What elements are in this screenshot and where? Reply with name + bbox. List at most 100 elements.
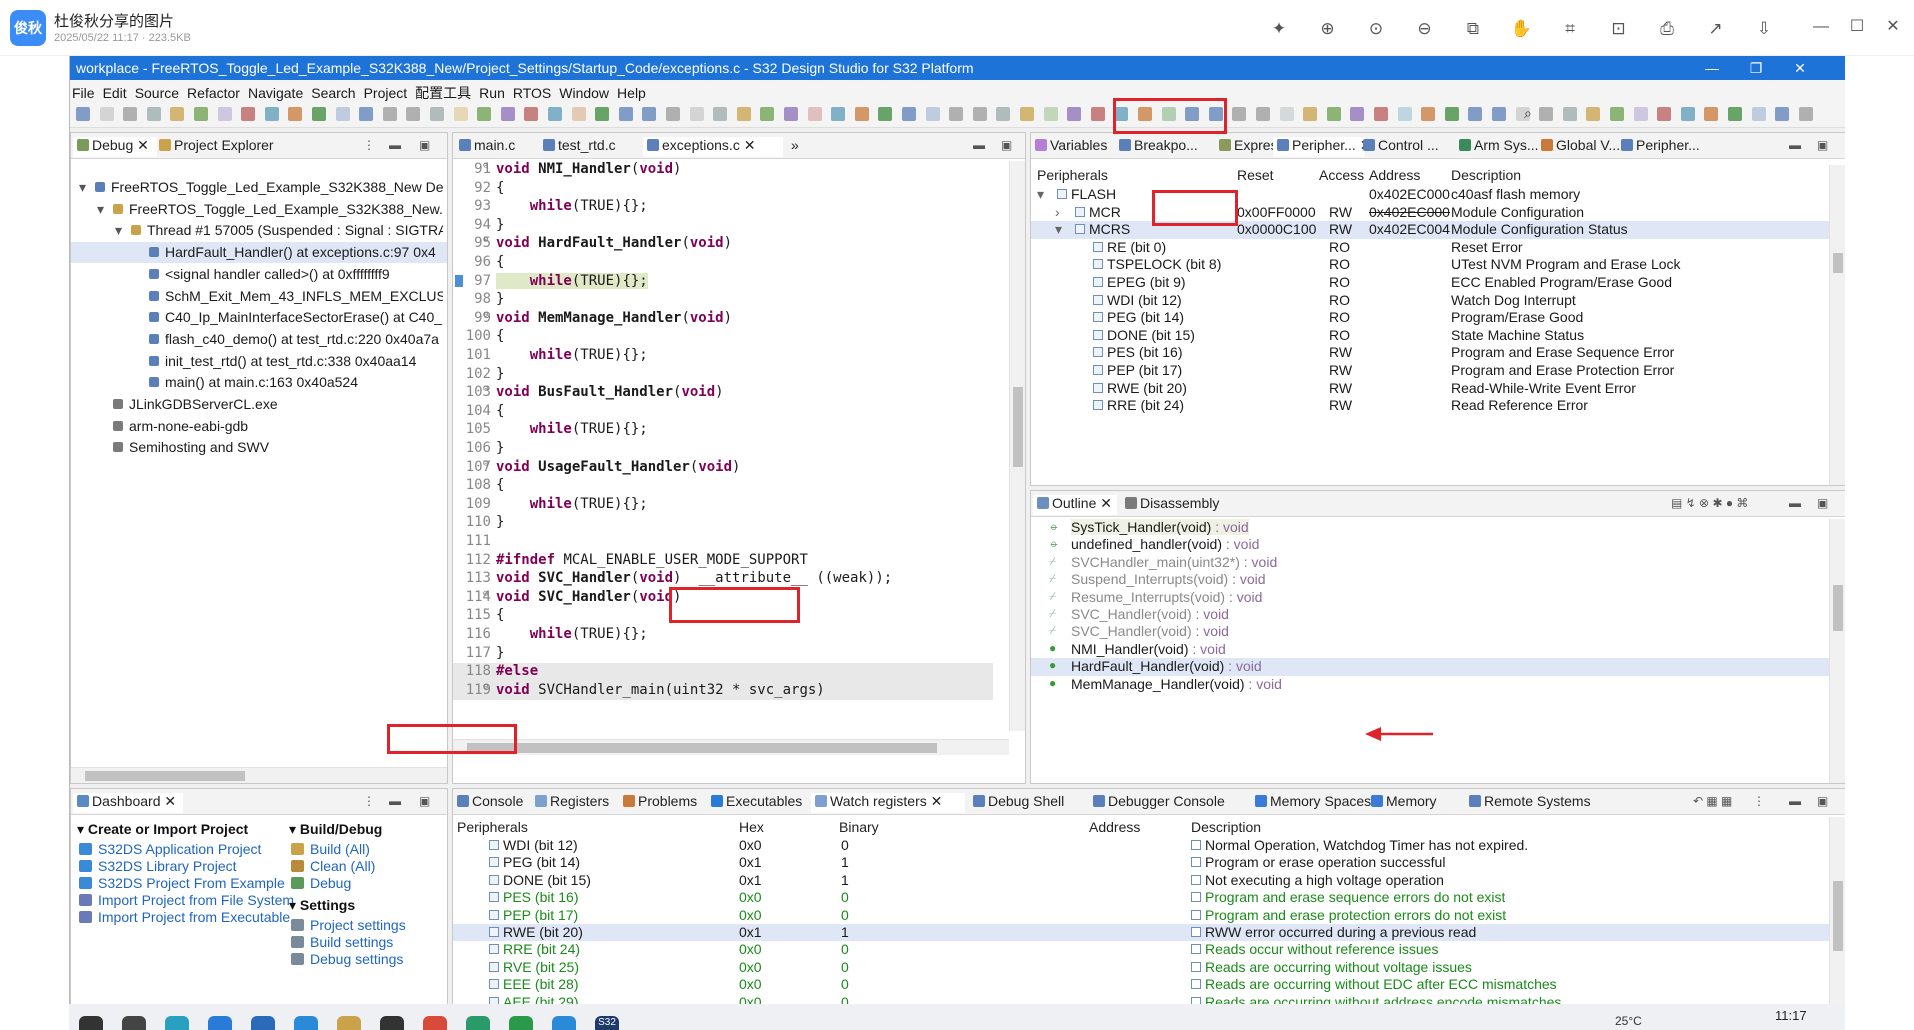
toolbar-button[interactable] — [831, 107, 846, 121]
debug-tree-item-selected[interactable]: HardFault_Handler() at exceptions.c:97 0… — [71, 242, 447, 264]
minimize-icon[interactable]: — — [1806, 14, 1836, 40]
tab-debugger-console[interactable]: Debugger Console — [1093, 793, 1225, 813]
panel-minimize-icon[interactable]: ▬ — [1789, 794, 1801, 808]
register-row[interactable]: ▾ FLASH 0x402EC000 c40asf flash memory — [1031, 186, 1829, 204]
outline-item[interactable]: ⌿ Resume_Interrupts(void) : void — [1031, 589, 1829, 606]
menu-配置工具[interactable]: 配置工具 — [413, 80, 475, 103]
toolbar-button[interactable] — [1586, 107, 1601, 121]
register-row[interactable]: TSPELOCK (bit 8) RO UTest NVM Program and … — [1031, 256, 1829, 274]
maximize-icon[interactable]: ☐ — [1842, 14, 1872, 40]
download-icon[interactable]: ⇩ — [1751, 16, 1777, 42]
fold-marker-icon[interactable]: ⊖ — [483, 235, 488, 245]
toolbar-button[interactable] — [312, 107, 326, 121]
screenshot-icon[interactable]: ⊡ — [1606, 16, 1632, 42]
toolbar-button[interactable] — [288, 107, 303, 121]
dashboard-settings-link[interactable]: Project settings — [291, 917, 441, 933]
toolbar-button[interactable] — [1492, 107, 1506, 121]
toolbar-button[interactable] — [146, 107, 161, 121]
taskbar-app-icon[interactable] — [509, 1016, 533, 1030]
debug-tree-item[interactable]: JLinkGDBServerCL.exe — [71, 394, 447, 415]
toolbar-button[interactable] — [477, 107, 492, 121]
watch-row[interactable]: PES (bit 16) 0x0 0 Program and erase sequen… — [453, 889, 1829, 906]
dashboard-link[interactable]: S32DS Library Project — [79, 858, 237, 874]
debug-tree-item[interactable]: ▾ FreeRTOS_Toggle_Led_Example_S32K388_New… — [71, 199, 447, 220]
register-row[interactable]: PES (bit 16) RW Program and Erase Sequence… — [1031, 344, 1829, 362]
tab-debug[interactable]: Debug ✕ — [73, 137, 157, 157]
panel-minimize-icon[interactable]: ▬ — [1789, 496, 1801, 510]
tab-remote-systems[interactable]: Remote Systems — [1469, 793, 1591, 813]
view-menu-icon[interactable]: ⋮ — [363, 794, 375, 808]
search-icon[interactable]: ⌕ — [1524, 105, 1538, 121]
toolbar-button[interactable] — [595, 107, 610, 121]
tabs-overflow[interactable]: » — [791, 137, 799, 157]
debug-tree-item[interactable]: flash_c40_demo() at test_rtd.c:220 0x40a… — [71, 329, 447, 350]
toolbar-button[interactable] — [1610, 107, 1624, 121]
column-header[interactable]: Reset — [1237, 167, 1274, 183]
watch-row-selected[interactable]: RWE (bit 20) 0x1 1 RWW error occurred durin… — [453, 924, 1829, 942]
tab-variables[interactable]: Variables — [1035, 137, 1107, 157]
toolbar-button[interactable] — [1728, 107, 1742, 121]
tab-executables[interactable]: Executables — [711, 793, 802, 813]
toolbar-button[interactable] — [264, 107, 279, 121]
expand-arrow-icon[interactable]: › — [1055, 204, 1060, 220]
tab-console[interactable]: Console — [457, 793, 523, 813]
fold-marker-icon[interactable]: ⊖ — [483, 682, 488, 692]
panel-minimize-icon[interactable]: ▬ — [389, 794, 401, 808]
panel-maximize-icon[interactable]: ▣ — [419, 794, 430, 808]
fold-marker-icon[interactable]: ⊖ — [483, 161, 488, 171]
zoom-in-icon[interactable]: ⊕ — [1315, 16, 1341, 42]
tab-exceptions-c[interactable]: exceptions.c ✕ — [643, 137, 783, 157]
close-icon[interactable]: ✕ — [1878, 14, 1908, 40]
toolbar-button[interactable] — [1232, 107, 1247, 121]
ide-minimize-icon[interactable]: — — [1690, 56, 1734, 80]
panel-minimize-icon[interactable]: ▬ — [389, 138, 401, 152]
menu-edit[interactable]: Edit — [101, 82, 131, 101]
toolbar-button[interactable] — [571, 107, 586, 121]
toolbar-button[interactable] — [736, 107, 751, 121]
taskbar-app-icon[interactable] — [79, 1016, 103, 1030]
print-icon[interactable]: ⎙ — [1654, 16, 1680, 42]
tab-disassembly[interactable]: Disassembly — [1125, 495, 1219, 515]
toolbar-button[interactable] — [1751, 107, 1766, 121]
toolbar-button[interactable] — [1798, 107, 1813, 121]
fold-marker-icon[interactable]: ⊖ — [483, 589, 488, 599]
dashboard-link[interactable]: Import Project from Executable — [79, 909, 290, 925]
ide-close-icon[interactable]: ✕ — [1778, 56, 1822, 80]
actual-size-icon[interactable]: ⊙ — [1363, 16, 1389, 42]
toolbar-button[interactable] — [1444, 107, 1459, 121]
watch-row[interactable]: DONE (bit 15) 0x1 1 Not executing a high vo… — [453, 872, 1829, 889]
toolbar-button[interactable] — [1303, 107, 1318, 121]
expand-arrow-icon[interactable]: ▾ — [1055, 221, 1062, 238]
watch-vscrollbar[interactable] — [1829, 817, 1845, 1030]
toolbar-button[interactable] — [1374, 107, 1388, 121]
tab-registers[interactable]: Registers — [535, 793, 609, 813]
toolbar-button[interactable] — [807, 107, 822, 121]
panel-maximize-icon[interactable]: ▣ — [1817, 138, 1828, 152]
toolbar-button[interactable] — [1043, 107, 1058, 121]
watch-row[interactable]: PEG (bit 14) 0x1 1 Program or erase operati… — [453, 854, 1829, 871]
debug-tree-item[interactable]: main() at main.c:163 0x40a524 — [71, 372, 447, 393]
taskbar-app-icon[interactable] — [423, 1016, 447, 1030]
toolbar-button[interactable] — [430, 107, 444, 121]
outline-item[interactable]: ⌿ SVC_Handler(void) : void — [1031, 606, 1829, 623]
toolbar-button[interactable] — [1326, 107, 1341, 121]
toolbar-button[interactable] — [76, 107, 90, 121]
share-icon[interactable]: ↗ — [1703, 16, 1729, 42]
panel-maximize-icon[interactable]: ▣ — [1817, 496, 1828, 510]
toolbar-button[interactable] — [878, 107, 893, 121]
toolbar-button[interactable] — [1090, 107, 1105, 121]
watch-row[interactable]: PEP (bit 17) 0x0 0 Program and erase protec… — [453, 907, 1829, 924]
toolbar-button[interactable] — [1067, 107, 1082, 121]
debug-tree-item[interactable]: ▾ Thread #1 57005 (Suspended : Signal : S… — [71, 220, 447, 241]
toolbar-button[interactable] — [949, 107, 964, 121]
dashboard-settings-link[interactable]: Debug settings — [291, 951, 441, 967]
menu-navigate[interactable]: Navigate — [246, 82, 307, 101]
toolbar-button[interactable] — [1468, 107, 1483, 121]
section-build-debug[interactable]: ▾ Build/Debug — [289, 821, 382, 838]
taskbar-app-icon[interactable] — [380, 1016, 404, 1030]
toolbar-button[interactable] — [854, 107, 869, 121]
toolbar-button[interactable] — [1657, 107, 1672, 121]
tab-problems[interactable]: Problems — [623, 793, 697, 813]
register-row[interactable]: DONE (bit 15) RO State Machine Status — [1031, 327, 1829, 345]
toolbar-button[interactable] — [1020, 107, 1034, 121]
